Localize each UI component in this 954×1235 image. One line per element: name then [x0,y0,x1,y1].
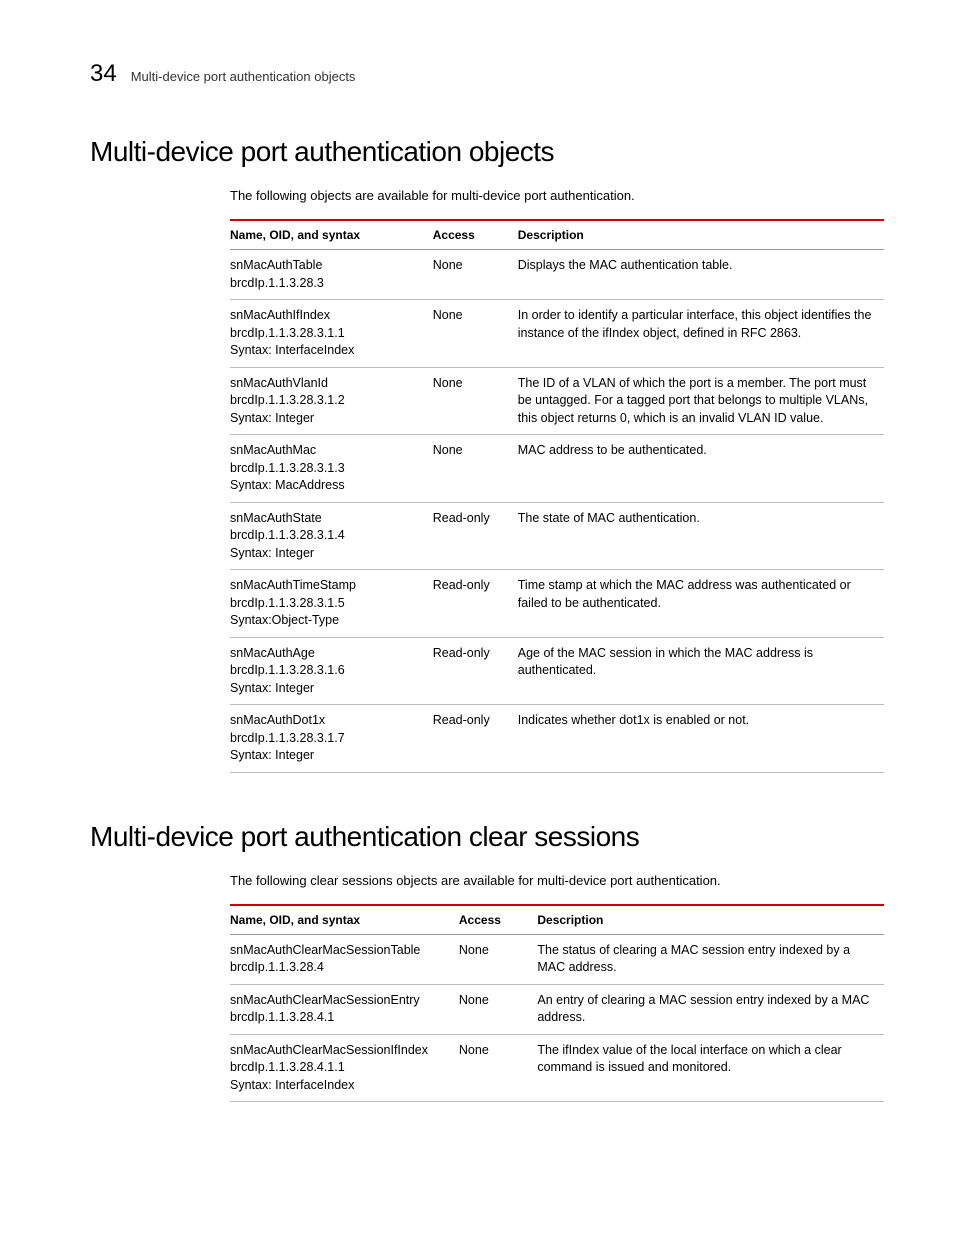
col-header-access: Access [459,905,537,935]
col-header-description: Description [537,905,884,935]
table-row: snMacAuthClearMacSessionTablebrcdIp.1.1.… [230,934,884,984]
cell-description: An entry of clearing a MAC session entry… [537,984,884,1034]
object-oid: brcdIp.1.1.3.28.3.1.6 [230,662,425,680]
cell-access: None [459,934,537,984]
col-header-name: Name, OID, and syntax [230,220,433,250]
objects-table: Name, OID, and syntax Access Description… [230,219,884,773]
object-oid: brcdIp.1.1.3.28.3.1.5 [230,595,425,613]
object-oid: brcdIp.1.1.3.28.4.1.1 [230,1059,451,1077]
table-row: snMacAuthClearMacSessionIfIndexbrcdIp.1.… [230,1034,884,1102]
object-syntax: Syntax: MacAddress [230,477,425,495]
table-row: snMacAuthTablebrcdIp.1.1.3.28.3NoneDispl… [230,250,884,300]
object-syntax: Syntax:Object-Type [230,612,425,630]
object-syntax: Syntax: Integer [230,747,425,765]
table-row: snMacAuthMacbrcdIp.1.1.3.28.3.1.3Syntax:… [230,435,884,503]
cell-access: Read-only [433,570,518,638]
cell-name: snMacAuthClearMacSessionTablebrcdIp.1.1.… [230,934,459,984]
table-header-row: Name, OID, and syntax Access Description [230,220,884,250]
table-row: snMacAuthStatebrcdIp.1.1.3.28.3.1.4Synta… [230,502,884,570]
cell-access: None [459,984,537,1034]
object-oid: brcdIp.1.1.3.28.3.1.4 [230,527,425,545]
cell-name: snMacAuthVlanIdbrcdIp.1.1.3.28.3.1.2Synt… [230,367,433,435]
page-header: 34 Multi-device port authentication obje… [90,60,884,88]
cell-description: MAC address to be authenticated. [518,435,884,503]
cell-description: Time stamp at which the MAC address was … [518,570,884,638]
page-header-title: Multi-device port authentication objects [131,69,356,84]
table-row: snMacAuthAgebrcdIp.1.1.3.28.3.1.6Syntax:… [230,637,884,705]
object-name: snMacAuthAge [230,645,425,663]
cell-name: snMacAuthTablebrcdIp.1.1.3.28.3 [230,250,433,300]
section2-intro: The following clear sessions objects are… [230,873,884,888]
table-row: snMacAuthClearMacSessionEntrybrcdIp.1.1.… [230,984,884,1034]
cell-access: Read-only [433,705,518,773]
cell-access: None [433,435,518,503]
col-header-description: Description [518,220,884,250]
object-syntax: Syntax: Integer [230,410,425,428]
object-name: snMacAuthClearMacSessionTable [230,942,451,960]
object-syntax: Syntax: Integer [230,680,425,698]
object-syntax: Syntax: Integer [230,545,425,563]
object-name: snMacAuthDot1x [230,712,425,730]
cell-access: None [459,1034,537,1102]
cell-access: Read-only [433,502,518,570]
col-header-access: Access [433,220,518,250]
page-number: 34 [90,60,117,88]
cell-name: snMacAuthClearMacSessionIfIndexbrcdIp.1.… [230,1034,459,1102]
object-name: snMacAuthIfIndex [230,307,425,325]
cell-access: None [433,367,518,435]
clear-sessions-table: Name, OID, and syntax Access Description… [230,904,884,1103]
table-row: snMacAuthDot1xbrcdIp.1.1.3.28.3.1.7Synta… [230,705,884,773]
cell-name: snMacAuthDot1xbrcdIp.1.1.3.28.3.1.7Synta… [230,705,433,773]
cell-description: Displays the MAC authentication table. [518,250,884,300]
cell-name: snMacAuthMacbrcdIp.1.1.3.28.3.1.3Syntax:… [230,435,433,503]
cell-name: snMacAuthClearMacSessionEntrybrcdIp.1.1.… [230,984,459,1034]
object-name: snMacAuthClearMacSessionEntry [230,992,451,1010]
cell-name: snMacAuthAgebrcdIp.1.1.3.28.3.1.6Syntax:… [230,637,433,705]
cell-description: The status of clearing a MAC session ent… [537,934,884,984]
object-syntax: Syntax: InterfaceIndex [230,342,425,360]
table-row: snMacAuthTimeStampbrcdIp.1.1.3.28.3.1.5S… [230,570,884,638]
object-oid: brcdIp.1.1.3.28.3.1.3 [230,460,425,478]
cell-name: snMacAuthStatebrcdIp.1.1.3.28.3.1.4Synta… [230,502,433,570]
cell-description: Age of the MAC session in which the MAC … [518,637,884,705]
cell-name: snMacAuthTimeStampbrcdIp.1.1.3.28.3.1.5S… [230,570,433,638]
object-name: snMacAuthClearMacSessionIfIndex [230,1042,451,1060]
cell-description: Indicates whether dot1x is enabled or no… [518,705,884,773]
cell-description: The ID of a VLAN of which the port is a … [518,367,884,435]
section-heading-objects: Multi-device port authentication objects [90,136,884,168]
object-oid: brcdIp.1.1.3.28.3.1.1 [230,325,425,343]
object-oid: brcdIp.1.1.3.28.3.1.7 [230,730,425,748]
object-name: snMacAuthTimeStamp [230,577,425,595]
object-oid: brcdIp.1.1.3.28.3.1.2 [230,392,425,410]
object-oid: brcdIp.1.1.3.28.3 [230,275,425,293]
object-oid: brcdIp.1.1.3.28.4.1 [230,1009,451,1027]
object-name: snMacAuthState [230,510,425,528]
cell-description: In order to identify a particular interf… [518,300,884,368]
cell-name: snMacAuthIfIndexbrcdIp.1.1.3.28.3.1.1Syn… [230,300,433,368]
cell-description: The ifIndex value of the local interface… [537,1034,884,1102]
object-name: snMacAuthVlanId [230,375,425,393]
object-syntax: Syntax: InterfaceIndex [230,1077,451,1095]
cell-description: The state of MAC authentication. [518,502,884,570]
section1-intro: The following objects are available for … [230,188,884,203]
section-heading-clear-sessions: Multi-device port authentication clear s… [90,821,884,853]
table-row: snMacAuthVlanIdbrcdIp.1.1.3.28.3.1.2Synt… [230,367,884,435]
table-row: snMacAuthIfIndexbrcdIp.1.1.3.28.3.1.1Syn… [230,300,884,368]
cell-access: None [433,300,518,368]
table-header-row: Name, OID, and syntax Access Description [230,905,884,935]
object-oid: brcdIp.1.1.3.28.4 [230,959,451,977]
object-name: snMacAuthTable [230,257,425,275]
cell-access: Read-only [433,637,518,705]
object-name: snMacAuthMac [230,442,425,460]
cell-access: None [433,250,518,300]
col-header-name: Name, OID, and syntax [230,905,459,935]
